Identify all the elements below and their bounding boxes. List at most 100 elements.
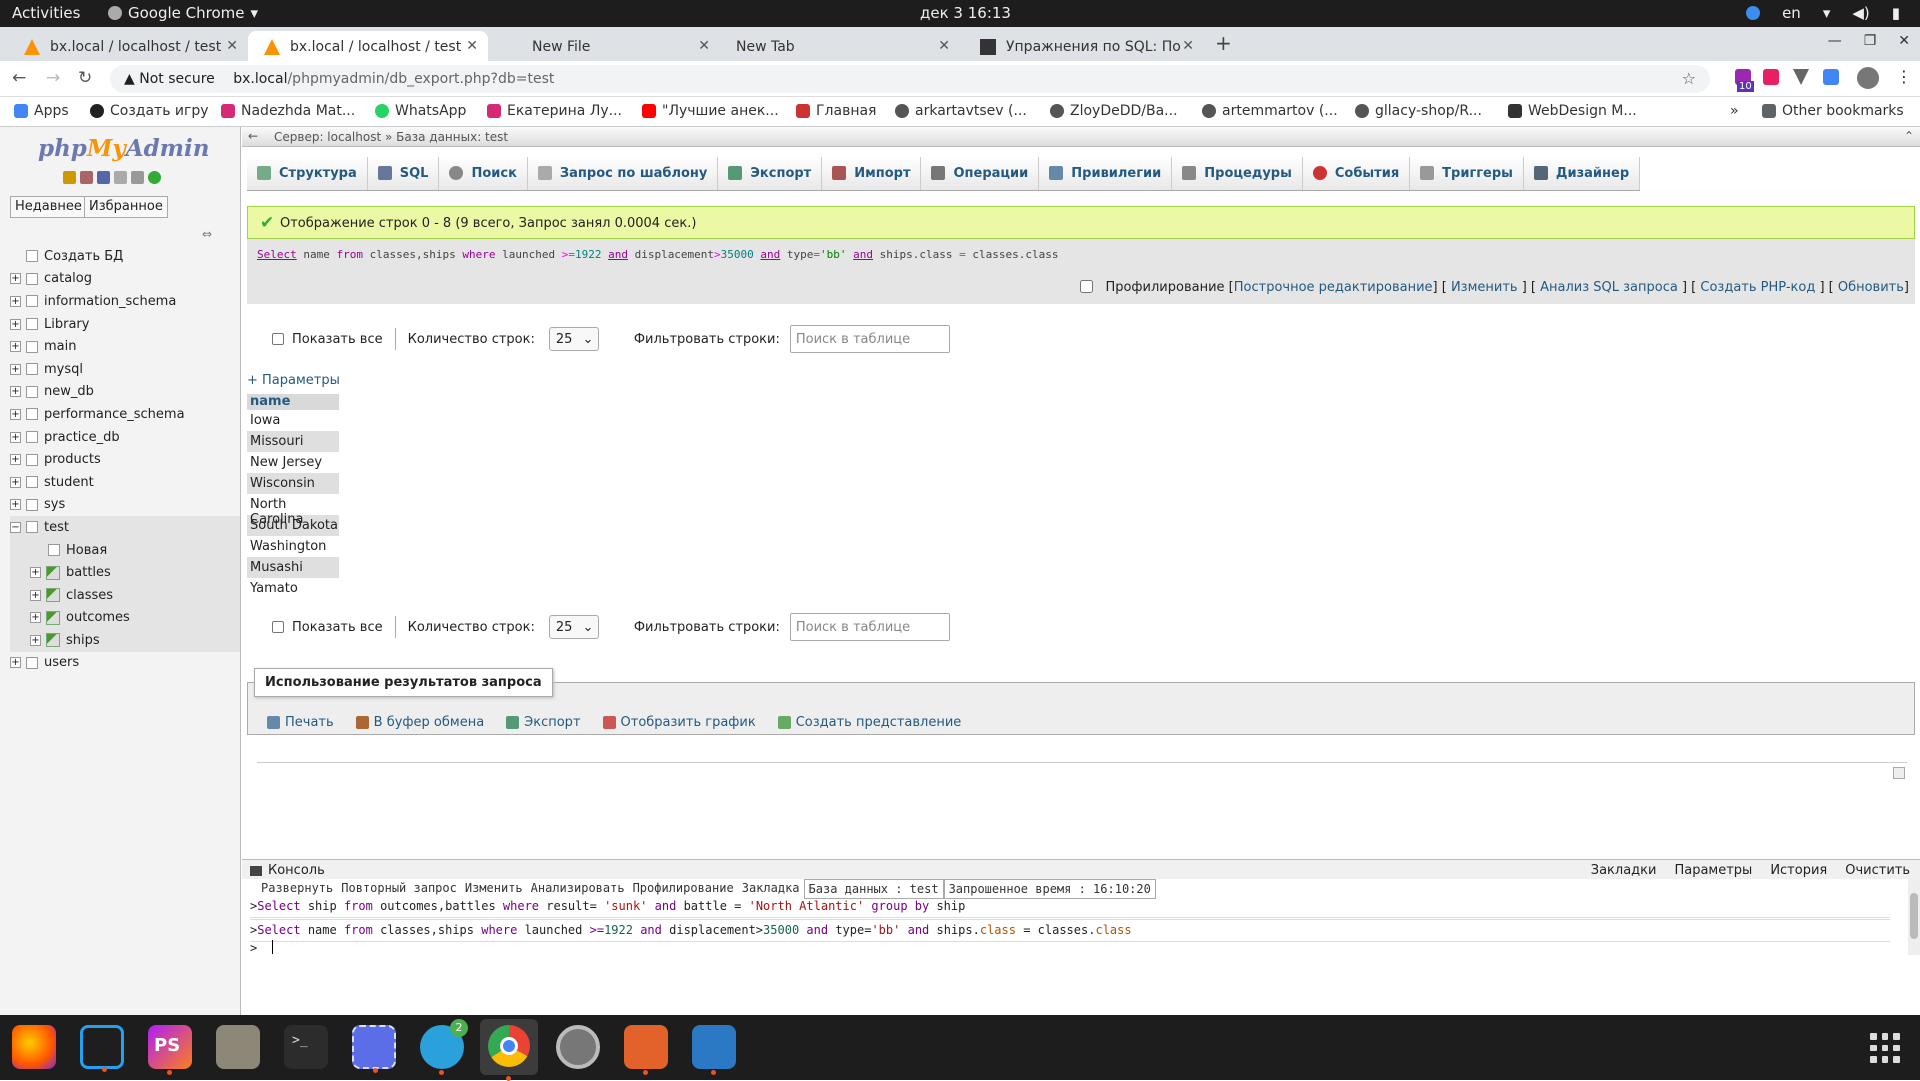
console-scrollbar[interactable]: [1908, 879, 1920, 955]
star-icon[interactable]: ☆: [1682, 69, 1696, 88]
expand-icon[interactable]: +: [10, 408, 21, 420]
clipboard-button[interactable]: В буфер обмена: [355, 715, 484, 730]
tab-import[interactable]: Импорт: [822, 157, 922, 190]
table-row[interactable]: Yamato: [247, 578, 339, 599]
puzzle-icon[interactable]: [1823, 69, 1839, 85]
link-icon[interactable]: ⇔: [202, 227, 212, 241]
bookmark-item[interactable]: Главная: [796, 103, 876, 119]
close-icon[interactable]: ✕: [466, 38, 478, 54]
print-button[interactable]: Печать: [267, 715, 334, 730]
expand-icon[interactable]: +: [10, 273, 21, 285]
breadcrumb-text[interactable]: Сервер: localhost » База данных: test: [274, 130, 508, 144]
close-window-icon[interactable]: ✕: [1898, 33, 1910, 49]
document-icon[interactable]: [692, 1025, 736, 1075]
db-item-test[interactable]: − test: [10, 516, 240, 539]
expand-icon[interactable]: +: [30, 634, 41, 646]
close-icon[interactable]: ✕: [938, 38, 950, 54]
tab-sql[interactable]: SQL: [367, 157, 440, 190]
app-menu[interactable]: Google Chrome ▾: [108, 4, 258, 22]
expand-icon[interactable]: +: [10, 454, 21, 466]
close-icon[interactable]: ✕: [226, 38, 238, 54]
expand-icon[interactable]: +: [30, 567, 41, 579]
collapse-top-icon[interactable]: ⌃: [1904, 129, 1914, 143]
tab-structure[interactable]: Структура: [247, 157, 368, 190]
db-item[interactable]: + users: [10, 652, 240, 675]
clock[interactable]: дек 3 16:13: [920, 4, 1011, 22]
language-indicator[interactable]: en: [1782, 4, 1801, 22]
favorites-button[interactable]: Избранное: [84, 196, 168, 218]
expand-icon[interactable]: +: [10, 657, 21, 669]
tab-search[interactable]: Поиск: [439, 157, 528, 190]
expand-icon[interactable]: +: [10, 431, 21, 443]
reload-icon[interactable]: ↻: [78, 68, 92, 88]
tab-pma-1[interactable]: bx.local / localhost / test ✕: [8, 31, 248, 61]
bookmark-apps[interactable]: Apps: [14, 103, 69, 119]
files-icon[interactable]: [216, 1025, 260, 1069]
tab-routines[interactable]: Процедуры: [1172, 157, 1303, 190]
db-item[interactable]: + catalog: [10, 268, 240, 291]
expand-icon[interactable]: +: [10, 363, 21, 375]
avatar[interactable]: [1857, 67, 1879, 89]
table-item[interactable]: + ships: [10, 629, 240, 652]
db-item[interactable]: + information_schema: [10, 290, 240, 313]
tab-triggers[interactable]: Триггеры: [1410, 157, 1524, 190]
home-icon[interactable]: [63, 171, 76, 184]
export-button[interactable]: Экспорт: [506, 715, 581, 730]
bookmark-item[interactable]: "Лучшие анек...: [642, 103, 779, 119]
terminal-icon[interactable]: >_: [284, 1025, 328, 1069]
tab-export[interactable]: Экспорт: [718, 157, 823, 190]
db-item[interactable]: + products: [10, 448, 240, 471]
extension-icon[interactable]: [1763, 69, 1779, 85]
phpmyadmin-logo[interactable]: phpMyAdmin: [38, 135, 209, 162]
firefox-icon[interactable]: [12, 1025, 56, 1069]
maximize-icon[interactable]: ❐: [1864, 33, 1877, 49]
vscode-icon[interactable]: [80, 1025, 124, 1072]
reload-icon[interactable]: [148, 171, 161, 184]
table-row[interactable]: Missouri: [247, 431, 339, 452]
battery-icon[interactable]: ▮: [1892, 4, 1900, 22]
tab-privileges[interactable]: Привилегии: [1039, 157, 1173, 190]
db-item[interactable]: + mysql: [10, 358, 240, 381]
profiling-checkbox[interactable]: [1080, 280, 1094, 293]
table-row[interactable]: Musashi: [247, 557, 339, 578]
bookmark-item[interactable]: arkartavtsev (...: [895, 103, 1027, 119]
console-analyze[interactable]: Анализировать: [527, 879, 629, 899]
table-item[interactable]: + battles: [10, 561, 240, 584]
expand-icon[interactable]: +: [10, 499, 21, 511]
create-db-item[interactable]: Создать БД: [10, 245, 240, 268]
new-table-item[interactable]: Новая: [10, 538, 240, 562]
system-tray[interactable]: en ▾ ◀) ▮: [1746, 4, 1900, 22]
table-row[interactable]: North Carolina: [247, 494, 339, 527]
close-icon[interactable]: ✕: [698, 38, 710, 54]
refresh-link[interactable]: Обновить: [1838, 280, 1904, 295]
console-input[interactable]: >: [250, 940, 1890, 959]
bookmark-item[interactable]: WebDesign M...: [1508, 103, 1637, 119]
db-item[interactable]: + new_db: [10, 381, 240, 404]
filter-input[interactable]: Поиск в таблице: [789, 325, 950, 353]
security-label[interactable]: Not secure: [139, 71, 215, 87]
presentation-icon[interactable]: [624, 1025, 668, 1075]
table-row[interactable]: Wisconsin: [247, 473, 339, 494]
expand-icon[interactable]: +: [30, 589, 41, 601]
sql-keyword[interactable]: Select: [257, 248, 297, 261]
expand-icon[interactable]: +: [10, 386, 21, 398]
other-bookmarks[interactable]: Other bookmarks: [1762, 103, 1904, 119]
console-query-line[interactable]: >Select name from classes,ships where la…: [250, 919, 1890, 942]
forward-icon[interactable]: →: [46, 68, 60, 88]
bookmark-item[interactable]: Создать игру: [90, 103, 209, 119]
bookmark-item[interactable]: artemmartov (...: [1202, 103, 1338, 119]
collapse-icon[interactable]: −: [10, 521, 21, 533]
console-header[interactable]: Консоль Закладки Параметры История Очист…: [242, 859, 1920, 879]
tab-new-tab[interactable]: New Tab ✕: [724, 31, 960, 61]
console-expand[interactable]: Развернуть: [257, 879, 337, 899]
bookmark-item[interactable]: Nadezhda Mat...: [221, 103, 355, 119]
telegram-icon[interactable]: 2: [420, 1019, 468, 1075]
table-row[interactable]: South Dakota: [247, 515, 339, 536]
show-all-checkbox[interactable]: [272, 621, 284, 633]
table-row[interactable]: Iowa: [247, 410, 339, 431]
volume-icon[interactable]: ◀): [1852, 4, 1869, 22]
console-query-line[interactable]: >Select ship from outcomes,battles where…: [250, 899, 1890, 918]
db-item[interactable]: + Library: [10, 313, 240, 336]
console-requery[interactable]: Повторный запрос: [337, 879, 461, 899]
page-settings-icon[interactable]: [1893, 767, 1905, 779]
